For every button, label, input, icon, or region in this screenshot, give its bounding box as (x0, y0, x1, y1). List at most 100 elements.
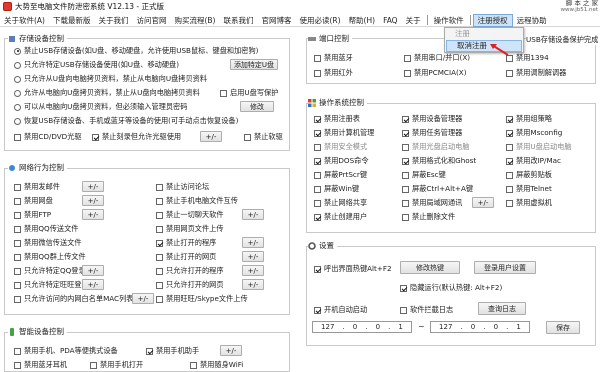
net-right-config-button[interactable]: +/- (242, 237, 264, 248)
checkbox[interactable] (14, 253, 21, 261)
net-left-item[interactable]: 禁用FTP (14, 210, 51, 220)
checkbox[interactable] (14, 225, 21, 233)
checkbox[interactable] (156, 225, 163, 233)
os-option[interactable]: 禁止删除文件 (402, 212, 455, 222)
radio[interactable] (14, 75, 21, 83)
ip-range-end-input[interactable]: 127. 0. 0. 1 (430, 321, 530, 333)
storage-option-block-usb[interactable]: 禁止USB存储设备(如U盘、移动硬盘，允许使用USB鼠标、键盘和加密狗) (14, 46, 258, 56)
os-option[interactable]: 禁用光盘启动电脑 (402, 142, 470, 152)
checkbox[interactable] (156, 295, 163, 303)
checkbox[interactable] (90, 361, 97, 369)
checkbox[interactable] (506, 171, 513, 179)
checkbox[interactable] (506, 69, 513, 77)
checkbox[interactable] (314, 213, 321, 221)
menu-purchase[interactable]: 购买流程(B) (170, 14, 219, 27)
checkbox[interactable] (314, 143, 321, 151)
storage-option-password[interactable]: 可以从电脑向U盘拷贝资料，但必须输入管理员密码 (14, 102, 187, 112)
checkbox[interactable] (506, 129, 513, 137)
checkbox[interactable] (404, 69, 411, 77)
os-option[interactable]: 禁用设备管理器 (402, 114, 462, 124)
radio[interactable] (14, 47, 21, 55)
disable-bluetooth-checkbox[interactable]: 禁用蓝牙 (314, 53, 353, 63)
checkbox[interactable] (506, 157, 513, 165)
net-right-config-button[interactable]: +/- (242, 279, 264, 290)
os-option[interactable]: 禁用安全模式 (314, 142, 367, 152)
storage-option-restore[interactable]: 恢复USB存储设备、手机或蓝牙等设备的使用(可手动点击恢复设备) (14, 116, 238, 126)
os-option[interactable]: 禁用任务管理器 (402, 128, 462, 138)
checkbox[interactable] (402, 129, 409, 137)
os-option[interactable]: 禁用注册表 (314, 114, 360, 124)
checkbox[interactable] (14, 281, 21, 289)
menu-about[interactable]: 关于 (402, 14, 425, 27)
net-left-config-button[interactable]: +/- (82, 279, 104, 290)
os-option[interactable]: 屏蔽PrtScr键 (314, 170, 367, 180)
checkbox[interactable] (156, 281, 163, 289)
menu-must-read[interactable]: 使用必读(R) (295, 14, 344, 27)
checkbox[interactable] (314, 157, 321, 165)
checkbox[interactable] (14, 361, 21, 369)
menu-download[interactable]: 下载最新版 (49, 14, 95, 27)
usb-write-protect-checkbox[interactable]: 启用U盘写保护 (220, 88, 278, 98)
query-log-button[interactable]: 查询日志 (478, 302, 526, 315)
radio[interactable] (14, 103, 21, 111)
net-right-config-button[interactable]: +/- (242, 251, 264, 262)
checkbox[interactable] (156, 267, 163, 275)
menu-faq[interactable]: FAQ (379, 14, 402, 27)
checkbox[interactable] (14, 267, 21, 275)
burn-config-button[interactable]: +/- (200, 131, 222, 142)
checkbox[interactable] (402, 199, 409, 207)
menu-remote[interactable]: 远程协助 (513, 14, 551, 27)
net-right-item[interactable]: 禁用网页文件上传 (156, 224, 224, 234)
save-button[interactable]: 保存 (546, 321, 580, 334)
lan-config-button[interactable]: +/- (472, 197, 494, 208)
disable-mobile-checkbox[interactable]: 禁用手机、PDA等便携式设备 (14, 346, 118, 356)
checkbox[interactable] (402, 157, 409, 165)
net-left-config-button[interactable]: +/- (82, 181, 104, 192)
checkbox[interactable] (156, 239, 163, 247)
os-option[interactable]: 禁止创建用户 (314, 212, 367, 222)
checkbox[interactable] (314, 115, 321, 123)
storage-option-usb-to-pc[interactable]: 只允许从U盘向电脑拷贝资料，禁止从电脑向U盘拷贝资料 (14, 74, 207, 84)
net-left-item[interactable]: 只允许特定QQ登录 (14, 266, 86, 276)
checkbox[interactable] (314, 199, 321, 207)
storage-option-pc-to-usb[interactable]: 允许从电脑向U盘拷贝资料，禁止从U盘向电脑拷贝资料 (14, 88, 200, 98)
checkbox[interactable] (156, 197, 163, 205)
menu-blog[interactable]: 官网博客 (257, 14, 295, 27)
menu-about-us[interactable]: 关于我们 (94, 14, 132, 27)
net-left-item[interactable]: 禁用QQ传送文件 (14, 224, 78, 234)
checkbox[interactable] (402, 171, 409, 179)
checkbox[interactable] (14, 239, 21, 247)
os-option[interactable]: 禁用改IP/Mac (506, 156, 561, 166)
modify-password-button[interactable]: 修改 (240, 101, 274, 112)
hidden-run-checkbox[interactable]: 隐藏运行(默认热键: Alt+F2) (400, 283, 502, 293)
net-right-item[interactable]: 禁止打开的程序 (156, 238, 216, 248)
checkbox[interactable] (404, 54, 411, 62)
autorun-checkbox[interactable]: 开机自动启动 (314, 305, 367, 315)
disable-pcmcia-checkbox[interactable]: 禁用PCMCIA(X) (404, 68, 467, 78)
add-usb-button[interactable]: 添加特定U盘 (230, 59, 278, 70)
storage-option-specific-usb[interactable]: 只允许特定USB存储设备使用(如U盘、移动硬盘) (14, 60, 179, 70)
os-option[interactable]: 禁用U盘启动电脑 (506, 142, 572, 152)
os-option[interactable]: 禁用格式化和Ghost (402, 156, 476, 166)
checkbox[interactable] (146, 347, 153, 355)
checkbox[interactable] (506, 199, 513, 207)
os-option[interactable]: 屏蔽Esc键 (402, 170, 446, 180)
checkbox[interactable] (314, 54, 321, 62)
net-right-item[interactable]: 只允许打开的网页 (156, 280, 224, 290)
checkbox[interactable] (92, 133, 99, 141)
net-right-item[interactable]: 禁止手机电脑文件互传 (156, 196, 238, 206)
os-option[interactable]: 禁用Telnet (506, 184, 552, 194)
checkbox[interactable] (402, 185, 409, 193)
checkbox[interactable] (14, 211, 21, 219)
checkbox[interactable] (14, 347, 21, 355)
disable-cd-checkbox[interactable]: 禁用CD/DVD光驱 (14, 132, 82, 142)
phone-assistant-config-button[interactable]: +/- (220, 345, 242, 356)
dropdown-register[interactable]: 注册 (445, 28, 523, 40)
checkbox[interactable] (402, 115, 409, 123)
checkbox[interactable] (314, 306, 321, 314)
net-right-item[interactable]: 禁止访问论坛 (156, 182, 209, 192)
os-option[interactable]: 禁用DOS命令 (314, 156, 369, 166)
checkbox[interactable] (400, 306, 407, 314)
checkbox[interactable] (402, 213, 409, 221)
block-burn-checkbox[interactable]: 禁止刻录但允许光驱使用 (92, 132, 181, 142)
